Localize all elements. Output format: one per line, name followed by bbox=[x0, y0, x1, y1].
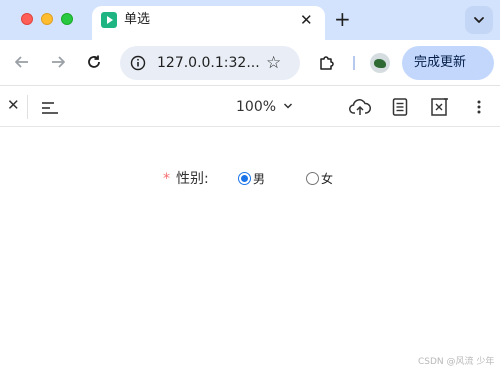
tab-title: 单选 bbox=[124, 12, 151, 27]
address-bar[interactable]: 127.0.0.1:32... ☆ bbox=[120, 46, 300, 80]
new-tab-button[interactable]: + bbox=[334, 8, 351, 30]
zoom-chevron-down-icon[interactable] bbox=[283, 102, 293, 110]
tab-strip: 单选 ✕ + bbox=[0, 0, 500, 40]
required-asterisk: * bbox=[163, 171, 170, 187]
bookmark-star-icon[interactable]: ☆ bbox=[266, 54, 281, 72]
site-info-icon[interactable] bbox=[130, 55, 146, 71]
document-toolbar: ✕ 100% bbox=[0, 87, 500, 127]
browser-tab[interactable]: 单选 ✕ bbox=[92, 6, 325, 40]
close-window-button[interactable] bbox=[21, 13, 33, 25]
gender-label: 性别: bbox=[176, 171, 209, 187]
url-text[interactable]: 127.0.0.1:32... bbox=[157, 55, 260, 71]
radio-male-label[interactable]: 男 bbox=[253, 171, 265, 187]
toolbar-separator bbox=[353, 56, 355, 70]
page-content: * 性别: 男 女 bbox=[0, 128, 500, 375]
outline-menu-icon[interactable] bbox=[41, 100, 59, 116]
reload-icon[interactable] bbox=[85, 53, 103, 71]
update-button[interactable]: 完成更新 bbox=[402, 46, 494, 80]
back-arrow-icon[interactable] bbox=[13, 53, 31, 71]
cloud-upload-icon[interactable] bbox=[349, 98, 371, 116]
tab-close-icon[interactable]: ✕ bbox=[300, 11, 313, 29]
watermark-text: CSDN @风流 少年 bbox=[418, 357, 495, 367]
chevron-down-icon bbox=[474, 17, 484, 23]
extensions-puzzle-icon[interactable] bbox=[318, 53, 336, 71]
zoom-window-button[interactable] bbox=[61, 13, 73, 25]
update-button-label: 完成更新 bbox=[414, 55, 467, 70]
profile-avatar[interactable] bbox=[370, 53, 390, 73]
radio-female[interactable] bbox=[306, 172, 319, 185]
forward-arrow-icon[interactable] bbox=[49, 53, 67, 71]
play-favicon-icon bbox=[101, 12, 117, 28]
tab-search-button[interactable] bbox=[465, 6, 493, 34]
minimize-window-button[interactable] bbox=[41, 13, 53, 25]
radio-female-label[interactable]: 女 bbox=[321, 171, 333, 187]
formula-icon[interactable] bbox=[431, 98, 449, 116]
more-vertical-icon[interactable] bbox=[476, 98, 482, 116]
radio-male[interactable] bbox=[238, 172, 251, 185]
document-icon[interactable] bbox=[392, 98, 408, 116]
close-sidebar-icon[interactable]: ✕ bbox=[7, 96, 20, 114]
zoom-level[interactable]: 100% bbox=[236, 98, 276, 116]
browser-toolbar: 127.0.0.1:32... ☆ 完成更新 bbox=[0, 40, 500, 86]
toolbar-divider bbox=[27, 95, 28, 119]
